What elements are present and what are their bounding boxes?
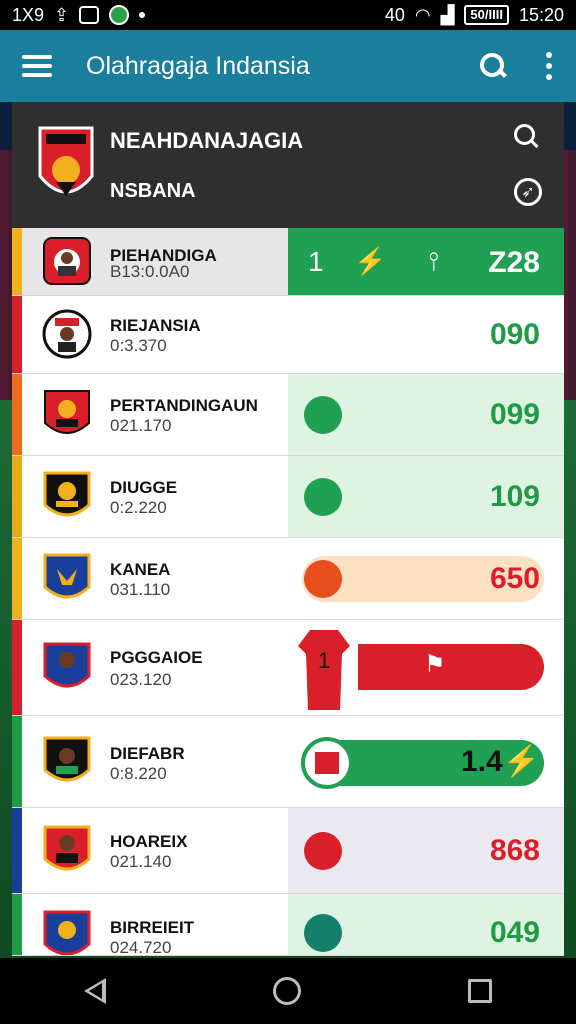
match-score: Z28	[488, 246, 540, 279]
match-meta: B13:0.0A0	[110, 262, 190, 281]
lightning-icon: ⚡	[354, 246, 387, 276]
match-meta: 021.140	[110, 852, 172, 871]
panel-number: 1	[308, 246, 324, 277]
status-dot-icon	[304, 914, 342, 952]
status-dot-icon	[304, 396, 342, 434]
match-score: 109	[489, 480, 540, 513]
list-item[interactable]: DIEFABR 0:8.220 1.4⚡	[12, 716, 564, 808]
list-item[interactable]: PGGGAIOE 023.120 1 ⚑ 035	[12, 620, 564, 716]
team-header-card: NEAHDANAJAGIA NSBANA ➶	[12, 102, 564, 228]
team-name: PERTANDINGAUN	[110, 396, 258, 415]
team-crest-icon	[43, 237, 91, 285]
team-name: PGGGAIOE	[110, 648, 203, 667]
match-meta: 0:2.220	[110, 498, 167, 517]
notification-dot-icon	[139, 12, 146, 18]
list-item[interactable]: HOAREIX 021.140 868	[12, 808, 564, 894]
match-score: 868	[489, 834, 540, 867]
match-meta: 031.110	[110, 580, 171, 599]
app-title: Olahragaja Indansia	[86, 51, 310, 80]
list-item[interactable]: PIEHANDIGA B13:0.0A0 1 ⚡ ⫯ Z28	[12, 228, 564, 296]
status-left-text: 1X9	[12, 4, 45, 25]
clock: 15:20	[518, 4, 564, 25]
list-item[interactable]: BIRREIEIT 024.720 049	[12, 894, 564, 956]
team-name: KANEA	[110, 560, 171, 579]
match-list: PIEHANDIGA B13:0.0A0 1 ⚡ ⫯ Z28 RIEJANSIA…	[12, 228, 564, 956]
row-stripe	[12, 538, 22, 619]
team-subtitle: NSBANA	[110, 180, 196, 202]
search-icon[interactable]	[514, 124, 542, 152]
upload-icon: ⇪	[54, 4, 70, 25]
row-stripe	[12, 374, 22, 455]
navigation-bar	[0, 958, 576, 1024]
team-crest-icon	[43, 910, 91, 955]
row-stripe	[12, 456, 22, 537]
team-crest-icon	[43, 825, 91, 871]
team-crest-icon	[38, 126, 94, 196]
menu-icon[interactable]	[22, 55, 52, 77]
wifi-icon: ◠	[414, 4, 431, 25]
jersey-number: 1	[318, 648, 331, 673]
row-stripe	[12, 716, 22, 807]
club-badge-icon	[301, 737, 353, 789]
row-stripe	[12, 620, 22, 715]
status-dot-icon	[304, 832, 342, 870]
signal-icon: ▟	[440, 4, 455, 25]
team-crest-icon	[43, 642, 91, 688]
list-item[interactable]: RIEJANSIA 0:3.370 090	[12, 296, 564, 374]
match-meta: 0:3.370	[110, 336, 167, 355]
team-crest-icon	[43, 471, 91, 517]
list-item[interactable]: PERTANDINGAUN 021.170 099	[12, 374, 564, 456]
app-bar: Olahragaja Indansia	[0, 30, 576, 102]
whatsapp-icon	[109, 5, 130, 25]
home-icon[interactable]	[272, 977, 301, 1005]
team-crest-icon	[44, 390, 90, 434]
list-item[interactable]: DIUGGE 0:2.220 109	[12, 456, 564, 538]
team-name: NEAHDANAJAGIA	[110, 128, 304, 153]
more-vert-icon[interactable]	[546, 52, 554, 80]
row-stripe	[12, 894, 22, 955]
match-score: 035	[489, 648, 540, 681]
list-item[interactable]: KANEA 031.110 650	[12, 538, 564, 620]
row-stripe	[12, 296, 22, 373]
row-stripe	[12, 228, 22, 295]
match-score: 099	[489, 398, 540, 431]
status-dot-icon	[304, 560, 342, 598]
team-name: RIEJANSIA	[110, 316, 201, 335]
team-name: DIEFABR	[110, 744, 185, 763]
team-crest-icon	[42, 309, 92, 359]
match-score: 049	[489, 916, 540, 949]
match-meta: 021.170	[110, 416, 172, 435]
team-name: HOAREIX	[110, 832, 188, 851]
match-score: 090	[489, 318, 540, 351]
flag-icon: ⫯	[428, 246, 440, 276]
team-crest-icon	[43, 736, 91, 782]
status-dot-icon	[304, 478, 342, 516]
battery-icon: 50/IIII	[464, 5, 509, 25]
match-score: 1.4⚡	[460, 745, 540, 778]
match-score: 650	[489, 562, 540, 595]
match-meta: 024.720	[110, 938, 172, 956]
match-meta: 023.120	[110, 670, 172, 689]
team-name: DIUGGE	[110, 478, 178, 497]
status-bar: 1X9 ⇪ 40 ◠ ▟ 50/IIII 15:20	[0, 0, 576, 30]
camera-box-icon	[79, 6, 100, 24]
match-meta: 0:8.220	[110, 764, 167, 783]
team-name: BIRREIEIT	[110, 918, 195, 937]
search-icon[interactable]	[478, 51, 508, 81]
flag-icon: ⚑	[424, 651, 446, 678]
row-stripe	[12, 808, 22, 893]
back-icon[interactable]	[83, 978, 106, 1004]
recents-icon[interactable]	[468, 979, 493, 1003]
share-icon[interactable]: ➶	[514, 178, 542, 206]
team-crest-icon	[43, 553, 91, 599]
signal-text: 40	[384, 4, 405, 25]
